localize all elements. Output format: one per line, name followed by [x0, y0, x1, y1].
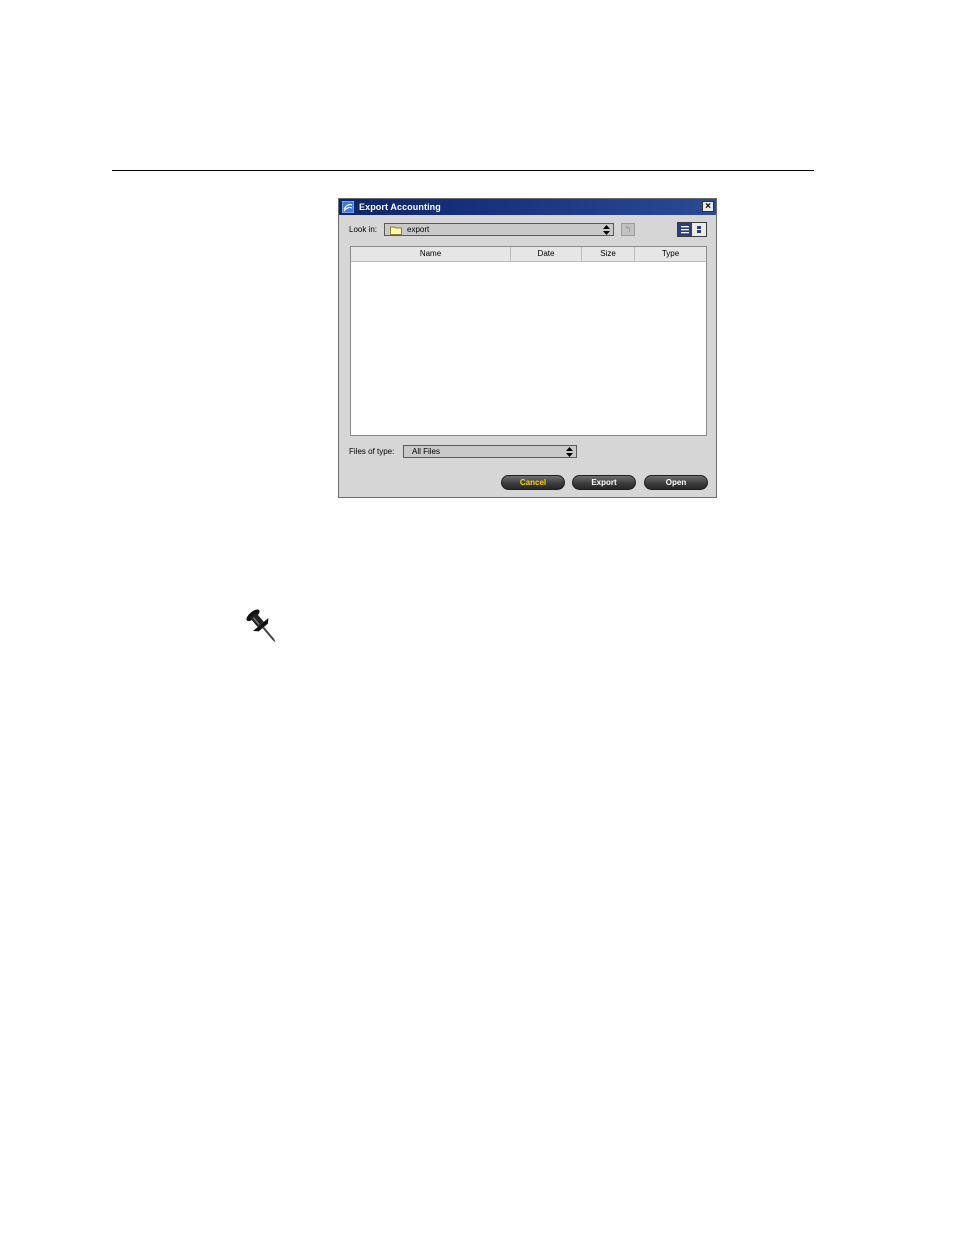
- cancel-button[interactable]: Cancel: [501, 475, 565, 490]
- app-logo-icon: [342, 201, 354, 213]
- list-view-icon: [681, 226, 689, 234]
- select-arrows-icon: [603, 225, 610, 235]
- pushpin-icon: [246, 609, 276, 643]
- details-view-button[interactable]: [692, 223, 706, 236]
- page-header-rule: [112, 170, 814, 171]
- details-view-icon: [697, 226, 701, 233]
- file-list[interactable]: Name Date Size Type: [350, 246, 707, 436]
- column-header-type[interactable]: Type: [635, 247, 706, 261]
- look-in-label: Look in:: [349, 225, 378, 234]
- column-header-size[interactable]: Size: [582, 247, 635, 261]
- export-button[interactable]: Export: [572, 475, 636, 490]
- close-icon: ×: [705, 201, 711, 212]
- column-header-date[interactable]: Date: [511, 247, 582, 261]
- up-folder-icon: ↰: [624, 224, 632, 234]
- view-mode-toggle[interactable]: [677, 222, 707, 237]
- open-button[interactable]: Open: [644, 475, 708, 490]
- up-one-level-button[interactable]: ↰: [621, 223, 635, 236]
- column-header-name[interactable]: Name: [351, 247, 511, 261]
- dialog-titlebar[interactable]: Export Accounting ×: [339, 199, 716, 215]
- look-in-value: export: [407, 225, 430, 234]
- file-list-header: Name Date Size Type: [351, 247, 706, 262]
- folder-icon: [390, 226, 402, 235]
- files-of-type-value: All Files: [412, 447, 441, 456]
- look-in-select[interactable]: export: [384, 223, 614, 236]
- export-accounting-dialog: Export Accounting × Look in: export ↰ Na…: [338, 198, 717, 498]
- dialog-title: Export Accounting: [359, 202, 441, 212]
- list-view-button[interactable]: [678, 223, 692, 236]
- files-of-type-label: Files of type:: [349, 447, 395, 456]
- close-button[interactable]: ×: [702, 201, 714, 212]
- select-arrows-icon: [566, 447, 573, 457]
- files-of-type-select[interactable]: All Files: [403, 445, 577, 458]
